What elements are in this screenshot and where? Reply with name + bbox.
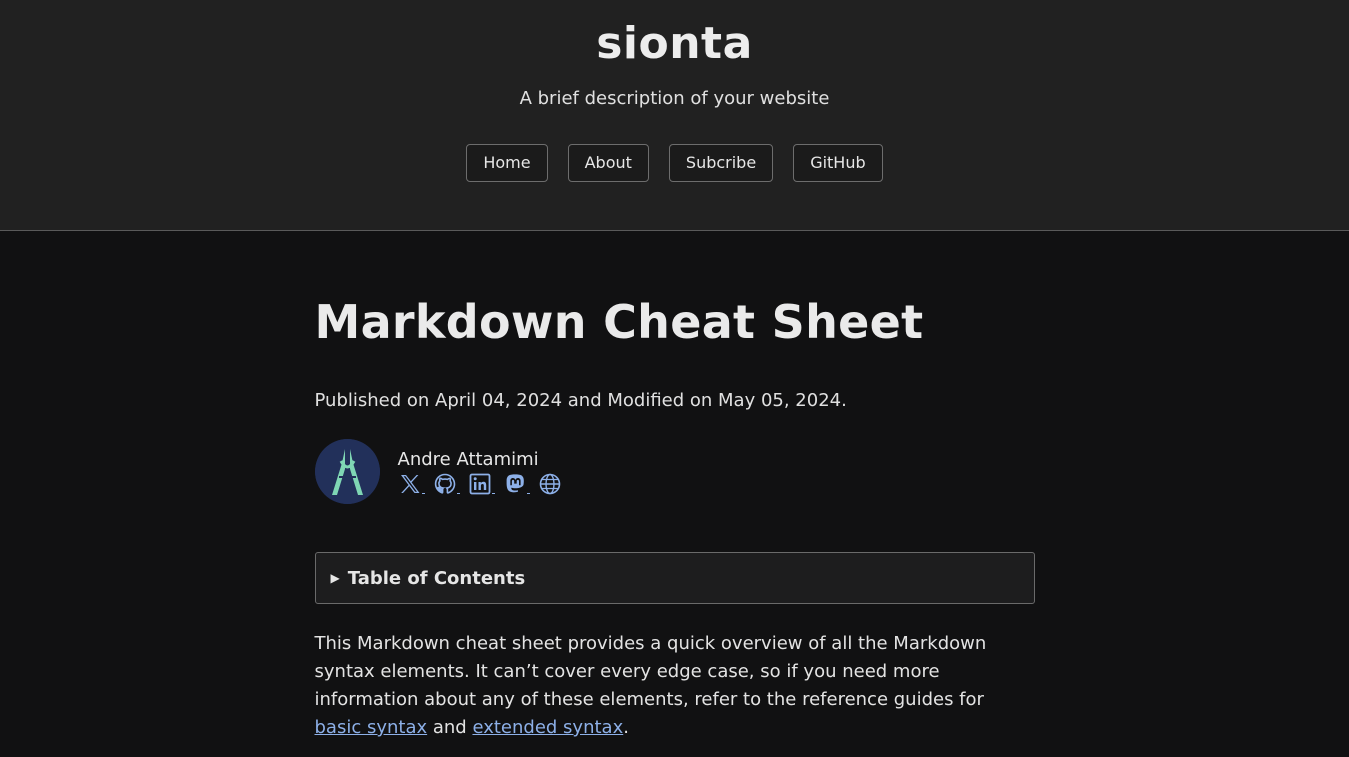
- nav-github-button[interactable]: GitHub: [793, 144, 883, 182]
- clothespin-logo-icon: [314, 439, 380, 504]
- mastodon-link[interactable]: [503, 472, 530, 496]
- intro-paragraph: This Markdown cheat sheet provides a qui…: [315, 630, 1035, 742]
- toc-toggle[interactable]: ▶ Table of Contents: [316, 553, 1034, 603]
- post-date-meta: Published on April 04, 2024 and Modified…: [314, 390, 847, 411]
- social-links: [398, 472, 562, 496]
- intro-and-text: and: [427, 717, 473, 738]
- github-link[interactable]: [433, 472, 460, 496]
- author-info: Andre Attamimi: [398, 448, 562, 496]
- x-icon: [400, 474, 419, 493]
- website-link[interactable]: [538, 472, 562, 496]
- linkedin-icon: [469, 473, 490, 494]
- page-title: Markdown Cheat Sheet: [314, 295, 924, 349]
- mastodon-icon: [506, 473, 524, 492]
- extended-syntax-link[interactable]: extended syntax: [472, 717, 623, 738]
- basic-syntax-link[interactable]: basic syntax: [315, 717, 428, 738]
- linkedin-link[interactable]: [468, 472, 495, 496]
- toc-label: Table of Contents: [347, 567, 526, 589]
- intro-period: .: [623, 717, 629, 738]
- disclosure-triangle-icon: ▶: [330, 571, 340, 585]
- avatar: [314, 439, 380, 504]
- site-header: sionta A brief description of your websi…: [0, 0, 1349, 231]
- article: Markdown Cheat Sheet Published on April …: [314, 231, 1035, 742]
- x-link[interactable]: [398, 472, 425, 496]
- intro-text: This Markdown cheat sheet provides a qui…: [314, 633, 987, 710]
- main-nav: Home About Subcribe GitHub: [0, 144, 1349, 182]
- table-of-contents[interactable]: ▶ Table of Contents: [314, 552, 1035, 604]
- nav-subscribe-button[interactable]: Subcribe: [668, 144, 774, 182]
- site-title[interactable]: sionta: [0, 14, 1349, 74]
- nav-about-button[interactable]: About: [567, 144, 649, 182]
- author-name: Andre Attamimi: [397, 448, 539, 470]
- globe-icon: [539, 473, 560, 494]
- nav-home-button[interactable]: Home: [466, 144, 548, 182]
- author-block: Andre Attamimi: [314, 439, 1035, 504]
- github-icon: [434, 473, 455, 494]
- site-description: A brief description of your website: [519, 88, 830, 109]
